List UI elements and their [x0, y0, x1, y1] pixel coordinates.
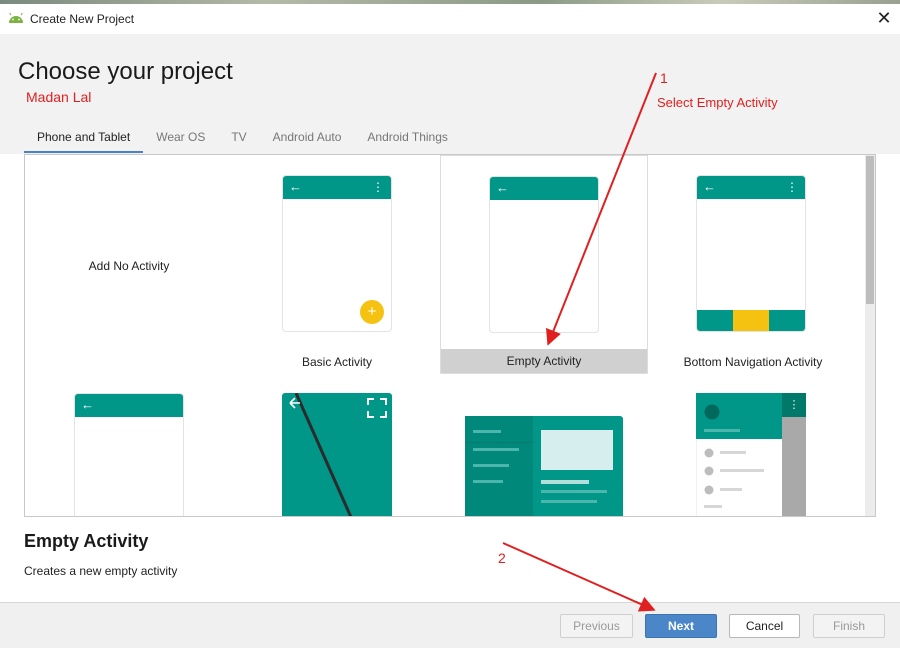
window-title: Create New Project: [30, 12, 135, 26]
tab-tv[interactable]: TV: [218, 125, 259, 153]
cancel-button[interactable]: Cancel: [729, 614, 800, 638]
dialog-button-bar: Previous Next Cancel Finish: [0, 602, 900, 648]
fullscreen-preview: [282, 393, 392, 516]
tab-android-things[interactable]: Android Things: [354, 125, 461, 153]
selected-template-title: Empty Activity: [24, 531, 149, 551]
create-project-dialog: Create New Project ✕ Choose your project…: [0, 0, 900, 648]
back-arrow-icon: ←: [703, 179, 716, 194]
selected-template-description: Creates a new empty activity: [24, 564, 178, 578]
template-label: Bottom Navigation Activity: [683, 355, 823, 369]
annotation-select-text: Select Empty Activity: [657, 95, 778, 110]
back-arrow-icon: ←: [289, 179, 302, 194]
previous-button[interactable]: Previous: [560, 614, 633, 638]
finish-button[interactable]: Finish: [813, 614, 885, 638]
annotation-arrow-2: [502, 542, 656, 612]
template-basic-activity[interactable]: ← ⋮ + Basic Activity: [233, 155, 441, 373]
bottom-navigation-bar: [697, 310, 805, 331]
fab-icon: +: [360, 300, 384, 324]
phone-preview: ←: [489, 176, 599, 333]
master-detail-preview: [465, 416, 623, 516]
android-studio-icon: [9, 13, 23, 23]
tab-phone-and-tablet[interactable]: Phone and Tablet: [24, 125, 144, 153]
bottom-navigation-selected: [733, 310, 769, 331]
title-bar: Create New Project ✕: [0, 4, 900, 34]
template-empty-activity[interactable]: ← Empty Activity: [440, 155, 648, 374]
overflow-menu-icon: ⋮: [372, 180, 384, 194]
overflow-menu-icon: ⋮: [789, 398, 800, 411]
template-bottom-navigation-activity[interactable]: ← ⋮ Bottom Navigation Activity: [648, 155, 858, 373]
template-label: Basic Activity: [301, 355, 373, 369]
author-annotation: Madan Lal: [26, 89, 92, 105]
phone-preview: ← ⋮ +: [282, 175, 392, 332]
app-bar: ← ⋮: [697, 176, 805, 199]
tab-wear-os[interactable]: Wear OS: [143, 125, 218, 153]
app-bar: ← ⋮: [283, 176, 391, 199]
navigation-drawer-preview: ⋮: [696, 393, 806, 516]
template-empty-views[interactable]: ←: [25, 374, 233, 516]
template-label: Empty Activity: [441, 349, 647, 373]
app-bar: ←: [75, 394, 183, 417]
overflow-menu-icon: ⋮: [786, 180, 798, 194]
phone-preview: ←: [74, 393, 184, 516]
page-title: Choose your project: [18, 58, 233, 85]
form-factor-tabs: Phone and Tablet Wear OS TV Android Auto…: [24, 125, 461, 153]
gallery-scrollbar[interactable]: [865, 155, 875, 516]
back-arrow-icon: ←: [81, 397, 94, 412]
template-fullscreen-activity[interactable]: [233, 374, 441, 516]
template-gallery: Add No Activity ← ⋮ + Basic Activity ← E…: [24, 154, 876, 517]
close-icon[interactable]: ✕: [876, 8, 892, 28]
template-master-detail-flow[interactable]: [441, 374, 649, 516]
back-arrow-icon: ←: [496, 180, 509, 195]
template-add-no-activity[interactable]: Add No Activity: [25, 155, 233, 373]
gallery-scrollbar-thumb[interactable]: [866, 156, 874, 304]
annotation-step-2: 2: [498, 550, 506, 566]
app-bar: ←: [490, 177, 598, 200]
annotation-step-1: 1: [660, 70, 668, 86]
template-navigation-drawer-activity[interactable]: ⋮: [649, 374, 859, 516]
next-button[interactable]: Next: [645, 614, 717, 638]
tab-android-auto[interactable]: Android Auto: [260, 125, 355, 153]
template-label: Add No Activity: [88, 259, 170, 273]
phone-preview: ← ⋮: [696, 175, 806, 332]
